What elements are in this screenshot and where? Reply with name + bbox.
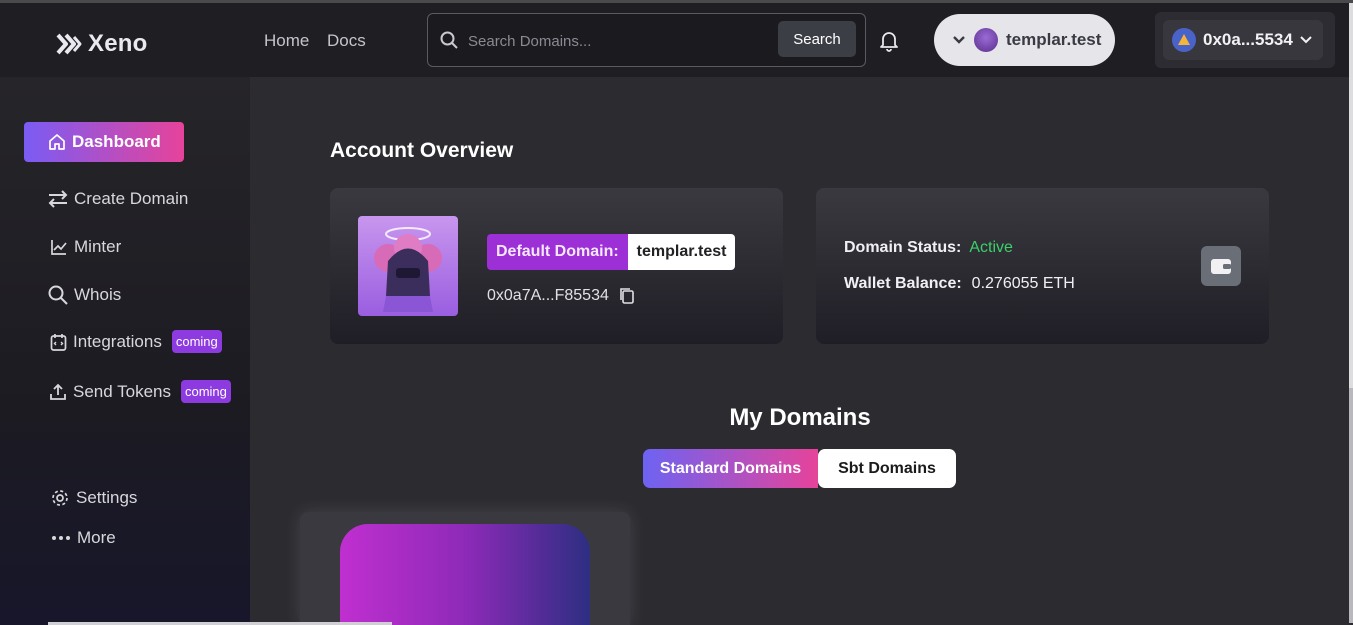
current-domain-name: templar.test — [1006, 30, 1102, 49]
top-header: Xeno Home Docs Search templar.test 0x0a.… — [0, 3, 1349, 77]
chevron-down-icon — [1300, 36, 1312, 44]
domain-status-row: Domain Status: Active — [844, 239, 1013, 257]
sidebar-item-label: More — [77, 528, 116, 547]
chart-icon — [51, 240, 67, 255]
coming-badge: coming — [171, 330, 222, 353]
wallet-status-card: Domain Status: Active Wallet Balance: 0.… — [816, 188, 1269, 344]
domain-status-label: Domain Status: — [844, 239, 962, 256]
sidebar-item-dashboard[interactable]: Dashboard — [24, 122, 184, 162]
sidebar-item-label: Settings — [76, 488, 138, 507]
sidebar: Dashboard Create Domain Minter Whois Int… — [0, 77, 250, 625]
domain-switcher[interactable]: templar.test — [934, 14, 1115, 66]
home-icon — [49, 134, 65, 150]
sidebar-item-label: Minter — [74, 237, 122, 256]
copy-icon[interactable] — [619, 287, 635, 305]
sidebar-item-settings[interactable]: Settings — [50, 488, 137, 508]
search-input[interactable] — [468, 26, 768, 56]
sidebar-item-label: Send Tokens — [73, 381, 171, 401]
my-domains-title: My Domains — [729, 404, 871, 431]
profile-avatar — [358, 216, 458, 316]
search-icon — [48, 285, 68, 305]
coming-badge: coming — [180, 380, 231, 403]
integrations-icon — [50, 333, 67, 351]
wallet-balance-row: Wallet Balance: 0.276055 ETH — [844, 275, 1075, 293]
wallet-address-short: 0x0a...5534 — [1203, 30, 1293, 49]
tab-sbt-domains[interactable]: Sbt Domains — [818, 449, 956, 488]
sidebar-item-integrations[interactable]: Integrations coming — [50, 330, 222, 353]
default-domain-label: Default Domain: — [487, 234, 628, 270]
sidebar-item-send-tokens[interactable]: Send Tokens coming — [49, 380, 231, 403]
more-dots-icon — [52, 536, 70, 540]
default-domain-tag: Default Domain: templar.test — [487, 234, 736, 270]
sidebar-item-label: Create Domain — [74, 189, 189, 208]
account-overview-title: Account Overview — [330, 139, 514, 162]
wallet-balance-value: 0.276055 ETH — [971, 275, 1075, 292]
wallet-address: 0x0a7A...F85534 — [487, 287, 635, 305]
domain-status-value: Active — [969, 239, 1013, 256]
page-scrollbar-thumb[interactable] — [1349, 3, 1353, 388]
sidebar-item-whois[interactable]: Whois — [48, 285, 121, 305]
default-domain-value: templar.test — [627, 234, 736, 270]
sidebar-item-label: Dashboard — [72, 132, 161, 151]
wallet-menu-button[interactable]: 0x0a...5534 — [1163, 20, 1323, 60]
sidebar-item-more[interactable]: More — [51, 528, 116, 548]
domain-tabs: Standard Domains Sbt Domains — [643, 449, 956, 488]
nav-home-link[interactable]: Home — [264, 31, 309, 51]
domain-card[interactable] — [300, 512, 630, 625]
gear-icon — [52, 490, 68, 506]
xeno-logo-icon — [56, 33, 82, 55]
wallet-address-text: 0x0a7A...F85534 — [487, 287, 609, 304]
swap-arrows-icon — [48, 190, 68, 208]
chevron-down-icon — [953, 36, 965, 44]
tab-standard-domains[interactable]: Standard Domains — [643, 449, 818, 488]
sidebar-item-create-domain[interactable]: Create Domain — [48, 189, 188, 209]
wallet-menu-container: 0x0a...5534 — [1155, 12, 1335, 68]
domain-card-image — [340, 524, 590, 625]
search-icon — [440, 31, 458, 54]
account-card: Default Domain: templar.test 0x0a7A...F8… — [330, 188, 783, 344]
sidebar-item-label: Integrations — [73, 331, 162, 351]
wallet-icon — [1211, 259, 1231, 274]
wallet-button[interactable] — [1201, 246, 1241, 286]
wallet-balance-label: Wallet Balance: — [844, 275, 962, 292]
upload-icon — [50, 383, 66, 400]
notification-bell-icon[interactable] — [879, 30, 899, 57]
search-button[interactable]: Search — [778, 21, 856, 57]
search-bar: Search — [427, 13, 866, 67]
brand-name: Xeno — [88, 30, 148, 57]
nav-docs-link[interactable]: Docs — [327, 31, 366, 51]
brand-logo[interactable]: Xeno — [56, 30, 147, 58]
domain-avatar — [974, 28, 998, 52]
network-avatar-icon — [1172, 28, 1196, 52]
sidebar-item-minter[interactable]: Minter — [50, 237, 121, 257]
sidebar-item-label: Whois — [74, 285, 122, 304]
